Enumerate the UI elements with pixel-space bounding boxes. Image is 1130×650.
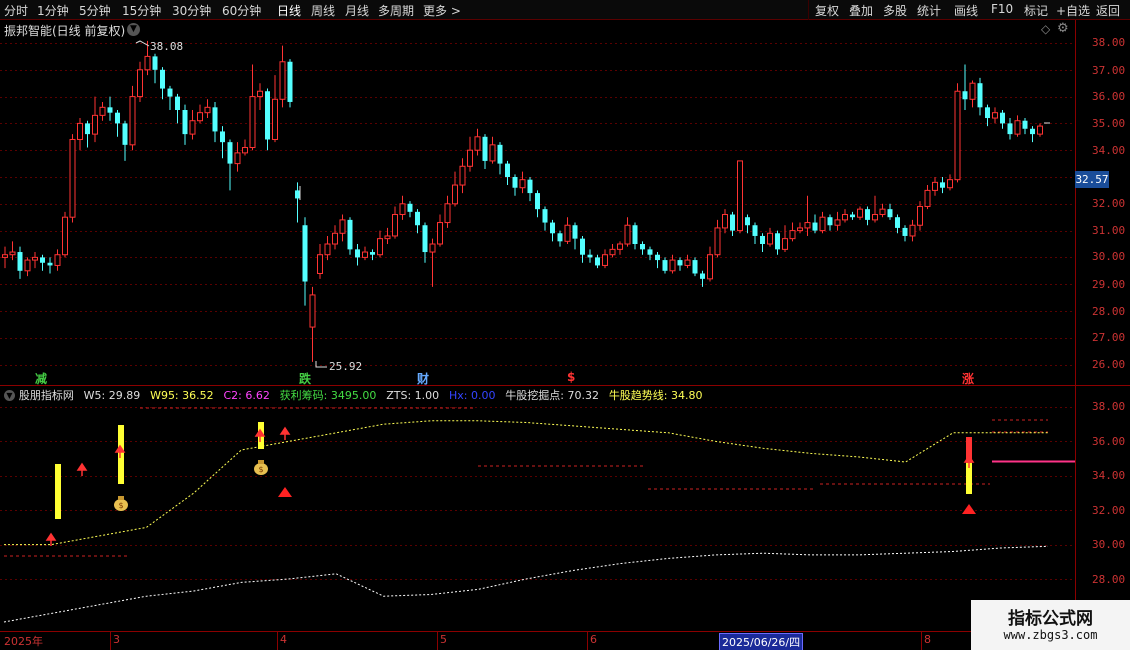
- buy-arrow-icon: [76, 462, 88, 476]
- money-bag-icon: $: [114, 496, 128, 511]
- svg-text:$: $: [258, 465, 263, 474]
- ind-y-tick-34: 34.00: [1092, 469, 1126, 482]
- ind-y-tick-38: 38.00: [1092, 400, 1126, 413]
- signal-bar: [55, 464, 61, 519]
- buy-arrow-icon: [279, 426, 291, 440]
- date-label-aug: 8: [924, 633, 931, 646]
- indicator-line-w95: [4, 420, 1048, 546]
- watermark-url: www.zbgs3.com: [1003, 628, 1098, 642]
- signal-bar: [118, 425, 124, 484]
- svg-text:$: $: [118, 501, 123, 510]
- triangle-up-icon: [962, 504, 976, 514]
- date-axis: 2025年 3 4 5 6 8 2025/06/26/四: [0, 631, 1075, 650]
- date-label-year: 2025年: [4, 635, 43, 648]
- watermark-title: 指标公式网: [1008, 609, 1093, 629]
- site-watermark: 指标公式网 www.zbgs3.com: [971, 600, 1130, 650]
- ind-y-tick-36: 36.00: [1092, 435, 1126, 448]
- crosshair-date-label: 2025/06/26/四: [719, 633, 804, 650]
- indicator-line-w5: [3, 545, 1049, 623]
- date-label-mar: 3: [113, 633, 120, 646]
- date-label-jun: 6: [590, 633, 597, 646]
- ind-y-tick-32: 32.00: [1092, 504, 1126, 517]
- date-label-apr: 4: [280, 633, 287, 646]
- indicator-chart: $ $: [3, 407, 1075, 623]
- money-bag-icon: $: [254, 460, 268, 475]
- triangle-up-icon: [278, 487, 292, 497]
- ind-y-tick-28: 28.00: [1092, 573, 1126, 586]
- date-label-may: 5: [440, 633, 447, 646]
- ind-y-tick-30: 30.00: [1092, 538, 1126, 551]
